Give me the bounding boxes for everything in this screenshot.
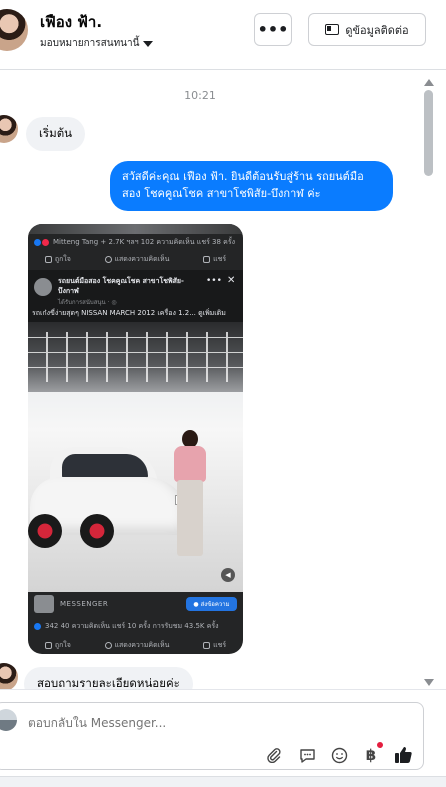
- assign-conversation-dropdown[interactable]: มอบหมายการสนทนานี้: [40, 36, 154, 51]
- car-window: [62, 454, 148, 478]
- customer-avatar: [0, 115, 18, 143]
- share-icon: [203, 255, 211, 263]
- incoming-message-bubble[interactable]: เริ่มต้น: [26, 117, 86, 151]
- ceiling-lights: [28, 332, 243, 382]
- thumbs-up-icon[interactable]: [393, 745, 413, 765]
- outgoing-message-bubble[interactable]: สวัสดีค่ะคุณ เฟือง ฟ้า. ยินดีต้อนรับสู่ร…: [110, 161, 393, 211]
- thumbs-up-icon: [44, 641, 52, 649]
- car-rear-wheel: [28, 514, 62, 548]
- reply-composer: ฿: [0, 689, 446, 787]
- conversation-header: เฟือง ฟ้า. มอบหมายการสนทนานี้ ••• ดูข้อม…: [0, 0, 446, 70]
- messenger-inbox-conversation: เฟือง ฟ้า. มอบหมายการสนทนานี้ ••• ดูข้อม…: [0, 0, 446, 787]
- contact-avatar[interactable]: [0, 9, 28, 51]
- page-avatar: [34, 278, 52, 296]
- scrollbar-thumb[interactable]: [424, 90, 433, 176]
- thumbs-up-icon: [44, 255, 52, 263]
- post-caption: รถเก๋งขี่ง่ายสุดๆ NISSAN MARCH 2012 เครื…: [32, 309, 226, 317]
- like-action[interactable]: ถูกใจ: [44, 640, 71, 651]
- post-reactions-summary: Mitteng Tang + 2.7K ฯลฯ 102 ความคิดเห็น …: [28, 236, 243, 248]
- incoming-message-bubble[interactable]: สอบถามรายละเอียดหน่อยค่ะ: [24, 667, 193, 689]
- assign-label: มอบหมายการสนทนานี้: [40, 38, 140, 49]
- car-photo: TT ◀: [28, 322, 243, 592]
- reply-input[interactable]: [28, 716, 288, 730]
- post-page-name: รถยนต์มือสอง โชคคูณโชค สาขาโชพิสัย-บึงกา…: [58, 277, 184, 295]
- embedded-post[interactable]: รถยนต์มือสอง โชคคูณโชค สาขาโชพิสัย-บึงกา…: [28, 270, 243, 592]
- car-front-wheel: [80, 514, 114, 548]
- post-sponsored-label: ได้รับการสนับสนุน · ◎: [58, 299, 117, 306]
- like-reaction-icon: [34, 238, 41, 246]
- message-thread[interactable]: 10:21 เริ่มต้น สวัสดีค่ะคุณ เฟือง ฟ้า. ย…: [0, 71, 446, 689]
- notification-dot: [377, 742, 383, 748]
- send-message-button[interactable]: ● ส่งข้อความ: [186, 597, 237, 611]
- more-options-button[interactable]: •••: [254, 13, 292, 46]
- chat-bubble-icon[interactable]: [297, 745, 317, 765]
- post-action-bar: ถูกใจ แสดงความคิดเห็น แชร์: [28, 250, 243, 268]
- mute-icon[interactable]: ◀: [221, 568, 235, 582]
- shared-post-preview[interactable]: Mitteng Tang + 2.7K ฯลฯ 102 ความคิดเห็น …: [28, 224, 243, 654]
- window-bottom-edge: [0, 776, 446, 787]
- love-reaction-icon: [42, 238, 49, 246]
- post-bottom-action-bar: ถูกใจ แสดงความคิดเห็น แชร์: [28, 636, 243, 654]
- emoji-icon[interactable]: [329, 745, 349, 765]
- contact-name[interactable]: เฟือง ฟ้า.: [40, 10, 102, 34]
- post-stats-summary: 342 40 ความคิดเห็น แชร์ 10 ครั้ง การรับช…: [28, 620, 243, 632]
- media-top-strip: [28, 224, 243, 234]
- contact-card-icon: [325, 24, 340, 35]
- cta-thumbnail: [34, 595, 54, 613]
- like-reaction-icon: [34, 622, 41, 630]
- comment-action[interactable]: แสดงความคิดเห็น: [104, 640, 169, 651]
- scroll-down-arrow-icon[interactable]: [424, 679, 434, 686]
- share-icon: [203, 641, 211, 649]
- caret-down-icon: [143, 40, 154, 47]
- comment-icon: [104, 255, 112, 263]
- messenger-cta-bar: MESSENGER ● ส่งข้อความ: [28, 592, 243, 616]
- comment-icon: [104, 641, 112, 649]
- paperclip-icon[interactable]: [264, 745, 284, 765]
- scroll-up-arrow-icon[interactable]: [424, 79, 434, 86]
- person-legs: [177, 480, 203, 556]
- post-more-icon[interactable]: •••: [206, 276, 222, 286]
- comment-action[interactable]: แสดงความคิดเห็น: [104, 254, 169, 265]
- baht-icon[interactable]: ฿: [361, 745, 381, 765]
- message-timestamp: 10:21: [184, 89, 216, 102]
- messenger-icon: ●: [193, 600, 199, 608]
- share-action[interactable]: แชร์: [203, 254, 226, 265]
- messenger-label: MESSENGER: [60, 600, 109, 608]
- share-action[interactable]: แชร์: [203, 640, 226, 651]
- person-top: [174, 446, 206, 482]
- like-action[interactable]: ถูกใจ: [44, 254, 71, 265]
- close-icon[interactable]: ✕: [227, 275, 235, 286]
- view-contact-info-button[interactable]: ดูข้อมูลติดต่อ: [308, 13, 426, 46]
- view-contact-info-label: ดูข้อมูลติดต่อ: [345, 23, 409, 37]
- customer-avatar: [0, 663, 18, 689]
